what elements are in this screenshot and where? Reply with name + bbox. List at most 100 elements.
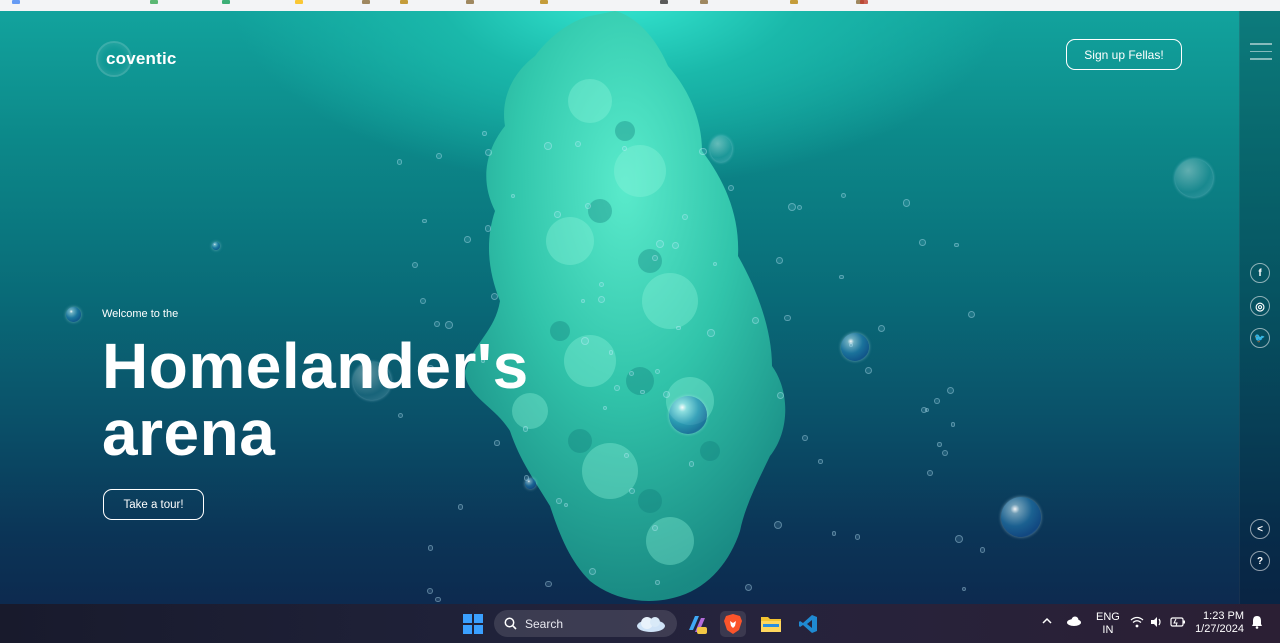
bookmark-favicon[interactable] [860,0,868,4]
share-icon[interactable]: < [1250,519,1270,539]
bubble-decoration [212,242,220,250]
particle-bubble [776,256,784,264]
taskbar-search[interactable]: Search [494,610,677,637]
bookmark-favicon[interactable] [400,0,408,4]
brave-browser-icon[interactable] [720,611,746,637]
bookmark-favicon[interactable] [222,0,230,4]
particle-bubble [707,329,716,337]
particle-bubble [838,274,844,280]
bubble-decoration [1001,497,1041,537]
hero-title: Homelander's arena [102,333,529,467]
particle-bubble [865,367,873,375]
particle-bubble [877,324,886,333]
particle-bubble [796,205,802,211]
hamburger-menu-icon[interactable] [1250,43,1272,61]
particle-bubble [412,262,419,269]
particle-bubble [457,503,464,510]
bookmark-favicon[interactable] [790,0,798,4]
language-code: ENG [1096,611,1120,623]
take-tour-button[interactable]: Take a tour! [103,489,204,520]
particle-bubble [927,470,933,477]
particle-bubble [924,408,930,413]
particle-bubble [662,391,670,399]
file-explorer-icon[interactable] [758,611,784,637]
particle-bubble [698,147,707,156]
particle-bubble [464,236,471,243]
twitter-icon[interactable]: 🐦 [1250,328,1270,348]
logo-text: coventic [106,49,177,68]
wifi-icon[interactable] [1130,616,1144,631]
particle-bubble [840,192,846,198]
particle-bubble [639,389,645,395]
vscode-icon[interactable] [795,611,821,637]
bookmark-favicon[interactable] [12,0,20,4]
chevron-up-icon[interactable] [1041,615,1053,630]
particle-bubble [433,320,441,328]
particle-bubble [629,370,635,376]
battery-icon[interactable] [1170,616,1186,631]
particle-bubble [831,531,837,536]
particle-bubble [608,350,613,355]
signup-button[interactable]: Sign up Fellas! [1066,39,1182,70]
particle-bubble [947,387,955,395]
particle-bubble [652,525,659,532]
volume-icon[interactable] [1150,616,1164,631]
right-sidebar: f ◎ 🐦 < ? [1239,11,1280,604]
search-label: Search [525,616,564,631]
notification-bell-icon[interactable] [1251,615,1263,632]
hero-section: coventic Sign up Fellas! Welcome to the … [0,11,1280,604]
particle-bubble [784,314,791,322]
particle-bubble [941,449,948,456]
particle-bubble [688,461,695,467]
particle-bubble [773,520,782,529]
particle-bubble [727,185,734,192]
particle-bubble [954,535,963,544]
particle-bubble [482,131,487,136]
particle-bubble [556,498,562,504]
particle-bubble [422,218,427,223]
copilot-icon[interactable] [684,611,710,637]
particle-bubble [435,153,442,160]
particle-bubble [427,545,434,551]
particle-bubble [613,384,620,391]
clock[interactable]: 1:23 PM 1/27/2024 [1194,610,1244,636]
bookmark-favicon[interactable] [700,0,708,4]
facebook-icon[interactable]: f [1250,263,1270,283]
bubble-decoration [669,396,707,434]
particle-bubble [954,243,959,248]
site-logo[interactable]: coventic [96,41,176,77]
particle-bubble [937,442,942,447]
particle-bubble [484,225,492,232]
windows-taskbar: Search ENG IN 1:23 PM 1/27/2024 [0,604,1280,643]
language-region: IN [1102,624,1114,636]
bubble-decoration [1175,159,1213,197]
bubble-decoration [66,307,81,322]
particle-bubble [598,281,604,287]
bookmark-favicon[interactable] [466,0,474,4]
particle-bubble [621,146,627,151]
help-icon[interactable]: ? [1250,551,1270,571]
bookmark-favicon[interactable] [150,0,158,4]
particle-bubble [676,325,681,331]
language-indicator[interactable]: ENG IN [1096,611,1120,637]
particle-bubble [776,391,784,399]
bubble-decoration [525,478,536,489]
windows-start-icon[interactable] [460,611,486,637]
particle-bubble [934,398,941,404]
particle-bubble [419,298,426,305]
particle-bubble [426,588,433,594]
bookmark-favicon[interactable] [660,0,668,4]
bookmark-favicon[interactable] [540,0,548,4]
particle-bubble [967,310,976,319]
particle-bubble [543,142,552,151]
particle-bubble [598,295,606,303]
particle-bubble [818,458,823,464]
clock-date: 1/27/2024 [1195,623,1244,635]
onedrive-cloud-icon[interactable] [1066,616,1082,629]
bookmark-favicon[interactable] [362,0,370,4]
particle-bubble [554,211,561,218]
instagram-icon[interactable]: ◎ [1250,296,1270,316]
bubble-decoration [710,136,732,162]
bookmark-favicon[interactable] [295,0,303,4]
particle-bubble [979,547,986,554]
